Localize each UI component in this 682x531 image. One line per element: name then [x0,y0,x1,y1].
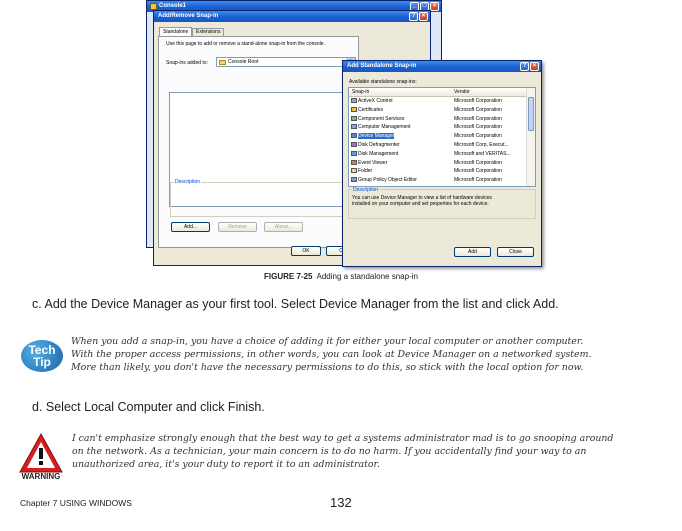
add-standalone-title-bar: Add Standalone Snap-in ? × [343,61,541,72]
tech-tip-icon: Tech Tip [21,340,63,372]
console-app-icon [150,3,157,10]
snapin-row[interactable]: Group Policy Object Editor Microsoft Corp… [351,176,533,185]
snapin-name: Event Viewer [358,159,388,166]
group-policy-icon [351,177,357,183]
snapin-name: Certificates [358,106,384,113]
folder-icon [219,60,226,65]
scroll-thumb[interactable] [528,97,534,131]
snapin-row[interactable]: Disk Management Microsoft and VERITAS... [351,150,533,159]
about-button[interactable]: About... [264,222,303,232]
device-manager-icon [351,133,357,139]
snapin-vendor: Microsoft Corporation [454,159,502,166]
column-header-vendor[interactable]: Vendor [454,89,470,95]
close-icon[interactable]: × [430,2,439,11]
chapter-footer: Chapter 7 USING WINDOWS [20,498,132,508]
help-icon[interactable]: ? [409,12,418,21]
column-header-snapin[interactable]: Snap-in [352,89,369,95]
close-icon[interactable]: × [530,62,539,71]
warning-icon: WARNING [18,432,64,482]
snapin-vendor: Microsoft Corporation [454,115,502,122]
snapin-row[interactable]: Event Viewer Microsoft Corporation [351,159,533,168]
instruction-text: Use this page to add or remove a stand-a… [166,41,325,47]
snapin-name: Device Manager [358,133,395,140]
warning-badge-label: WARNING [21,472,61,481]
tech-tip-text: When you add a snap-in, you have a choic… [71,335,591,374]
snapin-name: Disk Management [358,150,399,157]
description-label: Description [352,187,380,193]
snapins-added-value: Console Root [228,59,259,65]
add-button[interactable]: Add [454,247,491,257]
add-standalone-dialog: Add Standalone Snap-in ? × Available sta… [342,60,542,267]
page-number: 132 [330,495,352,510]
description-text-2: installed on your computer and set prope… [352,201,489,207]
console-title: Console1 [159,3,187,9]
snapin-name: Component Services [358,115,405,122]
disk-management-icon [351,150,357,156]
list-header: Snap-in Vendor [349,88,527,97]
event-viewer-icon [351,159,357,165]
snapin-name: ActiveX Control [358,98,393,104]
computer-management-icon [351,124,357,130]
snapins-added-select[interactable]: Console Root ▼ [216,57,356,67]
figure-caption-text: Adding a standalone snap-in [316,272,418,281]
step-d: d. Select Local Computer and click Finis… [32,400,265,414]
figure-caption: FIGURE 7-25 Adding a standalone snap-in [0,272,682,281]
snapin-row[interactable]: Disk Defragmenter Microsoft Corp, Execut.… [351,141,533,150]
close-icon[interactable]: × [419,12,428,21]
activex-icon [351,98,357,103]
tech-tip-badge-line2: Tip [33,355,51,369]
snapin-row[interactable]: ActiveX Control Microsoft Corporation [351,97,533,106]
warning-text: I can't emphasize strongly enough that t… [72,432,613,471]
add-standalone-title: Add Standalone Snap-in [347,63,417,69]
figure-label: FIGURE 7-25 [264,272,313,281]
snapin-row[interactable]: Component Services Microsoft Corporation [351,115,533,124]
component-services-icon [351,115,357,121]
help-icon[interactable]: ? [520,62,529,71]
certificates-icon [351,106,357,112]
ok-button[interactable]: OK [291,246,321,256]
snapin-name: Disk Defragmenter [358,142,400,148]
snapin-vendor: Microsoft Corporation [454,124,502,131]
snapin-row[interactable]: Folder Microsoft Corporation [351,167,533,176]
close-button[interactable]: Close [497,247,534,257]
tab-extensions[interactable]: Extensions [192,28,225,36]
step-c: c. Add the Device Manager as your first … [32,297,559,311]
scrollbar[interactable] [526,88,535,186]
tech-tip-line-3: More than likely, you don't have the nec… [71,362,584,373]
warning-line-1: I can't emphasize strongly enough that t… [72,433,614,444]
add-remove-title-bar: Add/Remove Snap-in ? × [154,11,430,22]
snapin-name: Computer Management [358,124,411,131]
snapin-vendor: Microsoft Corporation [454,98,502,104]
snapin-vendor: Microsoft Corporation [454,168,502,175]
snapin-vendor: Microsoft Corporation [454,133,502,140]
snapin-name: Group Policy Object Editor [358,177,417,184]
warning-line-2: on the network. As a technician, your ma… [72,446,587,457]
remove-button[interactable]: Remove [218,222,257,232]
tab-standalone[interactable]: Standalone [159,27,193,36]
warning-line-3: unauthorized area, it's your duty to rep… [72,459,380,470]
snapin-row[interactable]: Device Manager Microsoft Corporation [351,132,533,141]
add-button[interactable]: Add... [171,222,210,232]
snapin-vendor: Microsoft Corporation [454,177,502,184]
tech-tip-line-1: When you add a snap-in, you have a choic… [71,336,584,347]
defragmenter-icon [351,142,357,147]
figure-screenshot: Console1 _ □ × Add/Remove Snap-in ? × St… [146,0,544,268]
snapin-vendor: Microsoft and VERITAS... [454,150,511,157]
description-label: Description [174,179,202,185]
warning-triangle-icon [19,432,63,473]
description-group [170,182,348,217]
snapins-added-label: Snap-ins added to: [166,60,208,66]
folder-icon [351,168,357,174]
add-remove-title: Add/Remove Snap-in [158,13,219,19]
snapin-name: Folder [358,168,373,175]
snapin-vendor: Microsoft Corp, Execut... [454,142,509,148]
snapin-row[interactable]: Computer Management Microsoft Corporation [351,123,533,132]
tech-tip-line-2: With the proper access permissions, in o… [71,349,592,360]
available-label: Available standalone snap-ins: [349,79,417,85]
snapin-vendor: Microsoft Corporation [454,106,502,113]
snapin-list[interactable]: Snap-in Vendor ActiveX Control Microsoft … [348,87,536,187]
snapin-row[interactable]: Certificates Microsoft Corporation [351,106,533,115]
